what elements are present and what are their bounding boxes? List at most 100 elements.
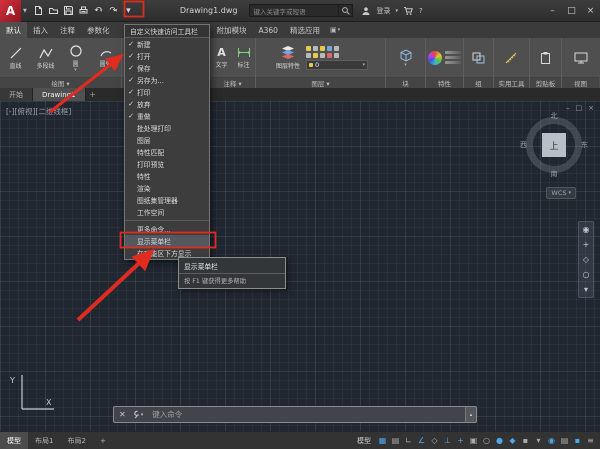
layout-tab[interactable]: 布局2 xyxy=(60,432,92,449)
viewcube-north-label[interactable]: 北 xyxy=(551,111,558,121)
qat-menu-item[interactable]: 图纸集管理器 xyxy=(125,194,209,206)
color-wheel-icon[interactable] xyxy=(428,51,442,65)
ribbon-tab[interactable]: 附加模块 xyxy=(211,22,253,38)
wcs-dropdown[interactable]: WCS ▾ xyxy=(546,187,576,199)
viewcube-west-label[interactable]: 西 xyxy=(520,140,527,150)
panel-label-layers[interactable]: 图层 ▾ xyxy=(256,77,385,88)
status-icon[interactable]: ◆ xyxy=(506,436,519,445)
viewcube-east-label[interactable]: 东 xyxy=(581,140,588,150)
circle-tool[interactable]: 圆 ▾ xyxy=(62,44,89,72)
new-file-icon[interactable] xyxy=(31,4,46,18)
command-customize-icon[interactable]: ▾ xyxy=(131,410,148,419)
status-icon[interactable]: ▦ xyxy=(376,436,389,445)
status-icon[interactable]: ▾ xyxy=(532,436,545,445)
navigation-tool-icon[interactable]: ◉ xyxy=(583,225,590,234)
qat-menu-item[interactable]: 特性匹配 xyxy=(125,146,209,158)
maximize-button[interactable]: □ xyxy=(562,0,581,21)
status-icon[interactable]: ▤ xyxy=(558,436,571,445)
navigation-tool-icon[interactable]: + xyxy=(583,240,590,249)
new-drawing-tab-button[interactable]: + xyxy=(86,88,100,101)
line-tool[interactable]: 直线 xyxy=(2,46,29,70)
status-icon[interactable]: ▤ xyxy=(389,436,402,445)
panel-label-draw[interactable]: 绘图 ▾ xyxy=(0,77,121,88)
status-icon[interactable]: ◇ xyxy=(428,436,441,445)
ribbon-tab[interactable]: 默认 xyxy=(0,22,27,38)
ribbon-tab[interactable]: 精选应用 xyxy=(284,22,326,38)
measure-icon[interactable] xyxy=(504,51,520,65)
status-icon[interactable]: ● xyxy=(493,436,506,445)
drawing-minimize-icon[interactable]: – xyxy=(566,104,570,112)
qat-menu-item[interactable]: 更多命令... xyxy=(125,223,209,235)
circle-flyout-icon[interactable]: ▾ xyxy=(74,68,77,72)
drawing-close-icon[interactable]: × xyxy=(588,104,594,112)
qat-menu-item[interactable]: 工作空间 xyxy=(125,206,209,218)
property-dropdowns[interactable] xyxy=(445,51,461,64)
clipboard-icon[interactable] xyxy=(539,51,552,65)
command-prompt[interactable]: 键入命令 xyxy=(152,409,182,420)
qat-menu-item[interactable]: ✓ 另存为... xyxy=(125,74,209,86)
file-tab[interactable]: Drawing1 xyxy=(33,88,86,101)
status-icon[interactable]: ▪ xyxy=(571,436,584,445)
qat-menu-item[interactable]: ✓ 打开 xyxy=(125,50,209,62)
command-close-icon[interactable]: ✕ xyxy=(114,410,131,419)
app-store-cart-icon[interactable] xyxy=(403,6,414,16)
layer-toggle-icons[interactable] xyxy=(306,46,368,51)
command-line[interactable]: ✕ ▾ 键入命令 ▴ xyxy=(113,406,477,423)
status-icon[interactable]: ∟ xyxy=(402,436,415,445)
status-icon[interactable]: ≡ xyxy=(584,436,597,445)
logo-dropdown-icon[interactable]: ▼ xyxy=(23,8,27,14)
panel-label-utilities[interactable]: 实用工具 xyxy=(494,77,529,88)
navigation-tool-icon[interactable]: ▾ xyxy=(584,285,588,294)
signin-dropdown-icon[interactable]: ▾ xyxy=(395,8,398,14)
text-tool[interactable]: A 文字 xyxy=(212,46,231,69)
qat-menu-item[interactable]: 打印预览 xyxy=(125,158,209,170)
viewport-controls-label[interactable]: [-][俯视][二维线框] xyxy=(6,106,71,117)
panel-label-view[interactable]: 视图 xyxy=(562,77,599,88)
qat-menu-item[interactable]: ✓ 打印 xyxy=(125,86,209,98)
drawing-restore-icon[interactable]: □ xyxy=(576,104,583,112)
layout-tab[interactable]: + xyxy=(93,432,113,449)
autocad-logo[interactable]: A xyxy=(0,0,21,22)
group-icon[interactable] xyxy=(471,51,486,65)
view-icon[interactable] xyxy=(573,51,589,65)
command-history-scrollbar[interactable]: ▴ xyxy=(465,407,476,422)
status-icon[interactable]: ▪ xyxy=(519,436,532,445)
navigation-tool-icon[interactable]: ◇ xyxy=(583,255,589,264)
plot-icon[interactable] xyxy=(76,4,91,18)
search-input[interactable]: 键入关键字或短语 xyxy=(250,6,338,16)
viewcube-south-label[interactable]: 南 xyxy=(551,169,558,179)
qat-menu-item[interactable]: 图层 xyxy=(125,134,209,146)
qat-menu-item[interactable]: 渲染 xyxy=(125,182,209,194)
layout-tab[interactable]: 模型 xyxy=(0,432,28,449)
layout-tab[interactable]: 布局1 xyxy=(28,432,60,449)
viewcube[interactable]: 上 北 南 西 东 xyxy=(522,113,586,177)
signin-label[interactable]: 登录 xyxy=(376,6,390,16)
navigation-tool-icon[interactable]: ○ xyxy=(583,270,590,279)
layer-select-dropdown[interactable]: 0 ▾ xyxy=(306,60,368,70)
panel-label-clipboard[interactable]: 剪贴板 xyxy=(530,77,561,88)
qat-menu-item[interactable]: ✓ 重做 xyxy=(125,110,209,122)
layer-properties-button[interactable]: 图层特性 xyxy=(273,45,303,70)
redo-icon[interactable]: ↷▾ xyxy=(106,4,121,18)
ribbon-display-toggle[interactable]: ▣ ▾ xyxy=(330,22,340,38)
undo-dropdown-icon[interactable]: ▾ xyxy=(100,8,103,14)
status-icon[interactable]: + xyxy=(454,436,467,445)
close-button[interactable]: × xyxy=(581,0,600,21)
search-icon[interactable] xyxy=(338,5,352,16)
status-icon[interactable]: ◉ xyxy=(545,436,558,445)
status-icon[interactable]: ∠ xyxy=(415,436,428,445)
qat-customize-icon[interactable]: ▾ xyxy=(121,4,136,18)
model-space-label[interactable]: 模型 xyxy=(357,436,371,446)
panel-label-properties[interactable]: 特性 xyxy=(426,77,463,88)
drawing-canvas[interactable]: [-][俯视][二维线框] – □ × 上 北 南 西 东 WCS ▾ ◉ + … xyxy=(0,101,600,431)
user-icon[interactable] xyxy=(361,6,371,16)
status-icon[interactable]: ○ xyxy=(480,436,493,445)
status-icon[interactable]: ▣ xyxy=(467,436,480,445)
panel-label-groups[interactable]: 组 xyxy=(464,77,493,88)
qat-menu-item[interactable]: 特性 xyxy=(125,170,209,182)
panel-label-block[interactable]: 块 xyxy=(386,77,425,88)
panel-label-annotate[interactable]: 注释 ▾ xyxy=(210,77,255,88)
viewcube-top-face[interactable]: 上 xyxy=(542,133,566,157)
qat-menu-item[interactable]: ✓ 放弃 xyxy=(125,98,209,110)
insert-block-tool[interactable]: ▾ xyxy=(392,48,419,67)
